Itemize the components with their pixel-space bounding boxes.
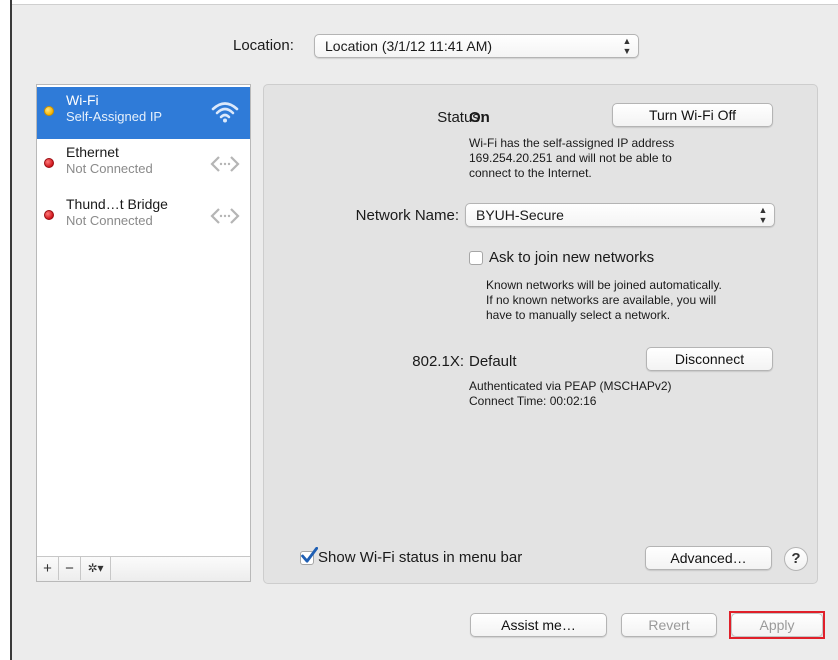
checkmark-icon [301, 547, 318, 563]
show-wifi-status-label: Show Wi-Fi status in menu bar [318, 549, 523, 566]
ask-join-desc-line: have to manually select a network. [486, 308, 671, 322]
location-popup[interactable]: Location (3/1/12 11:41 AM) ▲ ▼ [314, 34, 639, 58]
status-dot-red-icon [44, 210, 54, 220]
popup-arrows-icon: ▲ ▼ [622, 36, 632, 56]
advanced-button[interactable]: Advanced… [645, 546, 772, 570]
ask-join-checkbox[interactable] [469, 251, 483, 265]
ask-join-desc-line: Known networks will be joined automatica… [486, 278, 722, 292]
ethernet-arrows-icon [210, 156, 240, 172]
add-service-button[interactable]: + [37, 557, 59, 580]
network-name-value: BYUH-Secure [476, 207, 564, 223]
auth-info: Authenticated via PEAP (MSCHAPv2) Connec… [469, 379, 789, 409]
dot1x-label: 802.1X: [412, 353, 464, 370]
location-value: Location (3/1/12 11:41 AM) [325, 38, 493, 54]
network-name-popup[interactable]: BYUH-Secure ▲ ▼ [465, 203, 775, 227]
service-item-thunderbolt-bridge[interactable]: Thund…t Bridge Not Connected [37, 191, 250, 243]
ask-join-desc-line: If no known networks are available, you … [486, 293, 717, 307]
popup-arrows-icon: ▲ ▼ [758, 205, 768, 225]
status-desc-line: 169.254.20.251 and will not be able to [469, 151, 672, 165]
service-status: Not Connected [66, 213, 153, 228]
show-wifi-status-checkbox[interactable] [300, 547, 318, 565]
auth-method-text: Authenticated via PEAP (MSCHAPv2) [469, 379, 672, 393]
status-label: Status: [437, 109, 484, 126]
window-border [10, 0, 12, 660]
remove-service-button[interactable]: − [59, 557, 81, 580]
detail-panel: Status: On Turn Wi-Fi Off Wi-Fi has the … [263, 84, 818, 584]
revert-button[interactable]: Revert [621, 613, 717, 637]
service-status: Self-Assigned IP [66, 109, 163, 124]
gear-menu-button[interactable]: ✲▾ [81, 557, 111, 580]
disconnect-button[interactable]: Disconnect [646, 347, 773, 371]
service-name: Wi-Fi [66, 92, 99, 108]
service-list-toolbar: + − ✲▾ [37, 556, 250, 581]
status-desc-line: Wi-Fi has the self-assigned IP address [469, 136, 675, 150]
status-desc-line: connect to the Internet. [469, 166, 592, 180]
network-name-label: Network Name: [355, 207, 459, 224]
status-dot-red-icon [44, 158, 54, 168]
status-dot-yellow-icon [44, 106, 54, 116]
connect-time-text: Connect Time: 00:02:16 [469, 394, 597, 408]
apply-highlight-outline [729, 611, 825, 639]
service-name: Ethernet [66, 144, 119, 160]
location-label: Location: [233, 37, 294, 54]
wifi-icon [211, 102, 239, 123]
help-button[interactable]: ? [784, 547, 808, 571]
bridge-arrows-icon [210, 208, 240, 224]
ask-join-label: Ask to join new networks [489, 249, 655, 266]
service-item-ethernet[interactable]: Ethernet Not Connected [37, 139, 250, 191]
status-value: On [469, 109, 490, 126]
turn-wifi-off-button[interactable]: Turn Wi-Fi Off [612, 103, 773, 127]
window-top-edge [12, 0, 838, 5]
service-list: Wi-Fi Self-Assigned IP Ethernet Not Conn… [36, 84, 251, 582]
dot1x-value: Default [469, 353, 517, 370]
assist-me-button[interactable]: Assist me… [470, 613, 607, 637]
service-item-wifi[interactable]: Wi-Fi Self-Assigned IP [37, 87, 250, 139]
ask-join-description: Known networks will be joined automatica… [486, 278, 796, 323]
service-name: Thund…t Bridge [66, 196, 168, 212]
service-status: Not Connected [66, 161, 153, 176]
status-description: Wi-Fi has the self-assigned IP address 1… [469, 136, 789, 181]
